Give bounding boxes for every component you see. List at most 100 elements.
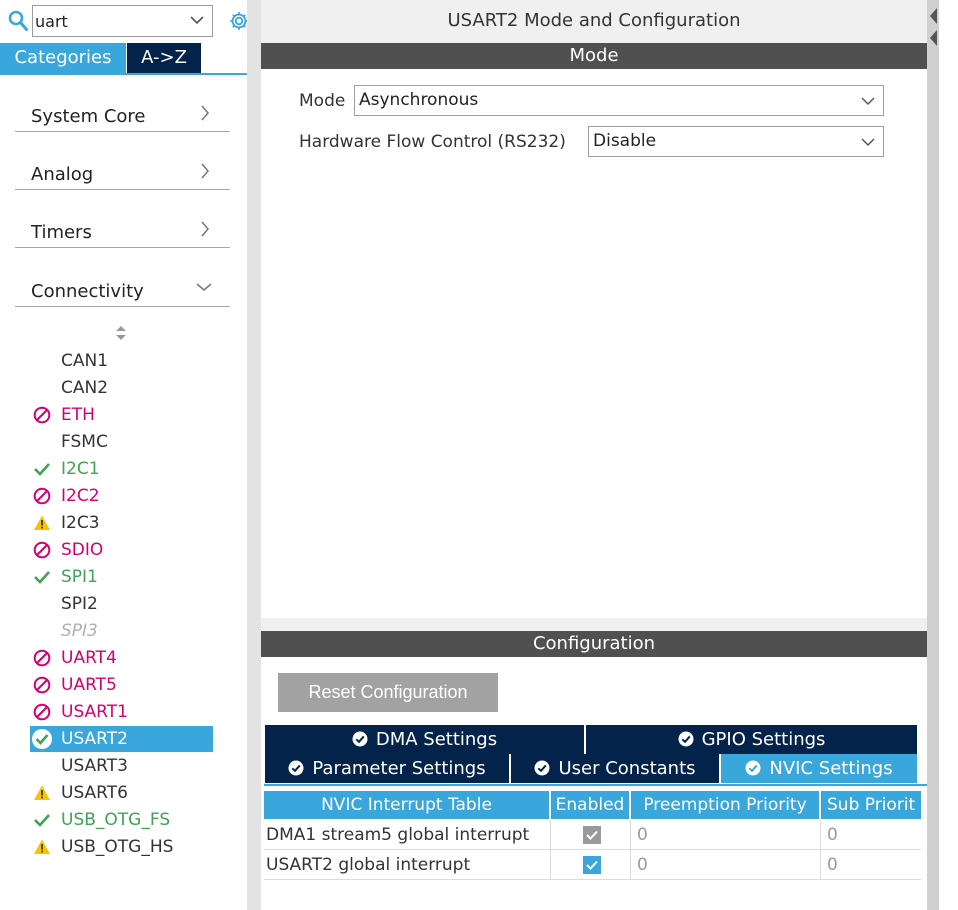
peripheral-label: SPI3	[61, 621, 98, 641]
tab-user-constants[interactable]: User Constants	[511, 754, 719, 783]
peripheral-label: I2C3	[61, 513, 100, 533]
mode-area: Mode Asynchronous Hardware Flow Control …	[261, 69, 927, 618]
peripheral-item-spi3[interactable]: SPI3	[30, 618, 213, 644]
peripheral-item-fsmc[interactable]: FSMC	[30, 429, 213, 455]
blocked-icon	[33, 703, 51, 721]
peripheral-label: I2C1	[61, 459, 100, 479]
category-tabs: Categories A->Z	[0, 43, 247, 73]
peripheral-label: UART5	[61, 675, 117, 695]
peripheral-label: USART6	[61, 783, 128, 803]
peripheral-item-i2c2[interactable]: I2C2	[30, 483, 213, 509]
search-input[interactable]	[35, 8, 185, 34]
check-circle-icon	[745, 760, 761, 776]
hfc-label: Hardware Flow Control (RS232)	[299, 132, 566, 152]
hfc-select-value: Disable	[593, 131, 657, 151]
tab-underline	[264, 784, 927, 786]
peripheral-item-sdio[interactable]: SDIO	[30, 537, 213, 563]
sub-priority-value: 0	[827, 825, 838, 845]
category-timers[interactable]: Timers	[15, 208, 230, 248]
table-row[interactable]: DMA1 stream5 global interrupt 0 0	[264, 820, 921, 850]
table-row[interactable]: USART2 global interrupt 0 0	[264, 850, 921, 880]
peripheral-item-i2c1[interactable]: I2C1	[30, 456, 213, 482]
tab-parameter-settings[interactable]: Parameter Settings	[265, 754, 509, 783]
peripheral-item-eth[interactable]: ETH	[30, 402, 213, 428]
peripheral-item-usart6[interactable]: USART6	[30, 780, 213, 806]
category-connectivity[interactable]: Connectivity	[15, 267, 230, 307]
vertical-scrollbar[interactable]	[927, 0, 939, 910]
reset-configuration-button[interactable]: Reset Configuration	[278, 673, 498, 712]
chevron-right-icon	[201, 221, 209, 237]
chevron-down-icon	[861, 138, 875, 147]
category-system-core[interactable]: System Core	[15, 92, 230, 132]
search-row	[0, 3, 248, 37]
check-circle-icon	[534, 760, 550, 776]
peripheral-item-usb-otg-fs[interactable]: USB_OTG_FS	[30, 807, 213, 833]
tab-label: Parameter Settings	[312, 758, 486, 779]
chevron-right-icon	[201, 163, 209, 179]
enabled-cell	[551, 850, 631, 880]
chevron-down-icon	[196, 283, 212, 291]
sort-icon[interactable]	[114, 325, 128, 341]
mode-section-header: Mode	[261, 43, 927, 69]
peripheral-item-spi2[interactable]: SPI2	[30, 591, 213, 617]
panel-divider[interactable]	[247, 0, 261, 910]
peripheral-item-spi1[interactable]: SPI1	[30, 564, 213, 590]
mode-select[interactable]: Asynchronous	[354, 85, 884, 116]
peripheral-item-usart1[interactable]: USART1	[30, 699, 213, 725]
right-panel: USART2 Mode and Configuration Mode Mode …	[261, 0, 927, 910]
column-header-interrupt[interactable]: NVIC Interrupt Table	[264, 791, 551, 819]
category-label: Timers	[31, 222, 92, 243]
peripheral-item-can1[interactable]: CAN1	[30, 348, 213, 374]
configuration-section-header: Configuration	[261, 631, 927, 657]
tab-a-to-z[interactable]: A->Z	[127, 43, 201, 73]
peripheral-item-uart5[interactable]: UART5	[30, 672, 213, 698]
interrupt-name: DMA1 stream5 global interrupt	[264, 820, 551, 850]
peripheral-label: CAN2	[61, 378, 109, 398]
tab-categories[interactable]: Categories	[0, 43, 126, 73]
interrupt-name: USART2 global interrupt	[264, 850, 551, 880]
checkbox-checked-disabled	[583, 826, 601, 844]
column-header-preemption[interactable]: Preemption Priority	[631, 791, 821, 819]
peripheral-item-can2[interactable]: CAN2	[30, 375, 213, 401]
tab-label: NVIC Settings	[769, 758, 893, 779]
hfc-select[interactable]: Disable	[588, 126, 884, 157]
enabled-cell	[551, 820, 631, 850]
peripheral-label: UART4	[61, 648, 117, 668]
peripheral-item-usart2[interactable]: USART2	[30, 726, 213, 752]
sub-priority-value: 0	[827, 855, 838, 875]
peripheral-label: ETH	[61, 405, 95, 425]
peripheral-item-i2c3[interactable]: I2C3	[30, 510, 213, 536]
column-header-sub-priority[interactable]: Sub Priorit	[821, 791, 921, 819]
peripheral-label: SPI2	[61, 594, 98, 614]
check-circle-icon	[288, 760, 304, 776]
chevron-down-icon[interactable]	[190, 15, 204, 25]
blocked-icon	[33, 676, 51, 694]
category-label: System Core	[31, 106, 146, 127]
panel-title: USART2 Mode and Configuration	[447, 10, 741, 31]
tab-label: User Constants	[558, 758, 696, 779]
tab-gpio-settings[interactable]: GPIO Settings	[586, 725, 917, 754]
category-analog[interactable]: Analog	[15, 150, 230, 190]
search-combobox[interactable]	[32, 5, 213, 37]
peripheral-label: I2C2	[61, 486, 100, 506]
peripheral-item-uart4[interactable]: UART4	[30, 645, 213, 671]
mode-label: Mode	[299, 91, 346, 111]
check-icon	[34, 814, 50, 827]
peripheral-label: FSMC	[61, 432, 108, 452]
blocked-icon	[33, 649, 51, 667]
left-panel: Categories A->Z System Core Analog Timer…	[0, 0, 248, 910]
tab-nvic-settings[interactable]: NVIC Settings	[721, 754, 917, 783]
preemption-priority-value: 0	[631, 850, 821, 880]
peripheral-item-usart3[interactable]: USART3	[30, 753, 213, 779]
column-header-enabled[interactable]: Enabled	[551, 791, 631, 819]
tab-dma-settings[interactable]: DMA Settings	[265, 725, 584, 754]
check-circle-icon	[32, 729, 52, 749]
peripheral-label: CAN1	[61, 351, 109, 371]
search-icon[interactable]	[8, 10, 28, 32]
checkbox-checked[interactable]	[583, 856, 601, 874]
warning-icon	[34, 839, 50, 854]
peripheral-item-usb-otg-hs[interactable]: USB_OTG_HS	[30, 834, 213, 860]
chevron-down-icon	[861, 97, 875, 106]
warning-icon	[34, 785, 50, 800]
collapse-arrow-icon[interactable]	[927, 6, 937, 46]
